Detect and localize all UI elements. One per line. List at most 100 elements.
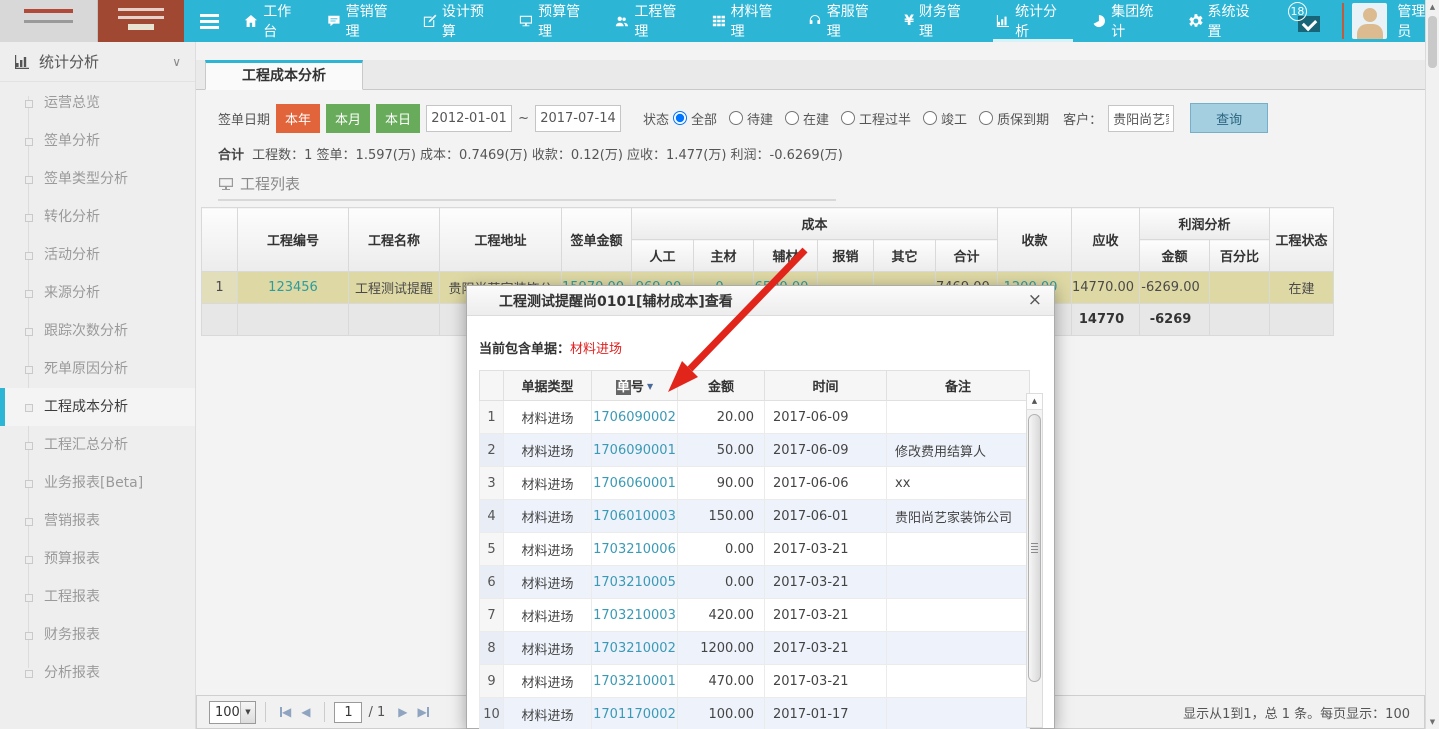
sidebar-item-source-analysis[interactable]: 来源分析 (0, 274, 195, 312)
sidebar-item-followup-count-analysis[interactable]: 跟踪次数分析 (0, 312, 195, 350)
sidebar-item-sign-analysis[interactable]: 签单分析 (0, 122, 195, 160)
menu-toggle-icon[interactable] (200, 14, 220, 29)
date-to-input[interactable] (535, 105, 621, 132)
scroll-down-icon[interactable]: ▼ (1426, 715, 1439, 729)
search-button[interactable]: 查询 (1190, 103, 1268, 133)
doc-code-link[interactable]: 1703210006 (593, 542, 676, 557)
next-page-button[interactable]: ▶ (393, 705, 412, 719)
col-header-receivable: 应收 (1072, 208, 1140, 272)
sidebar-item-business-report-beta[interactable]: 业务报表[Beta] (0, 464, 195, 502)
col-header-index (202, 208, 238, 272)
sidebar-item-finance-report[interactable]: 财务报表 (0, 616, 195, 654)
this-year-button[interactable]: 本年 (276, 104, 320, 133)
status-radio-warranty-due[interactable]: 质保到期 (979, 109, 1049, 128)
col-header-aux-material: 辅材 (754, 240, 818, 272)
last-page-button[interactable]: ▶ (413, 705, 434, 719)
this-month-button[interactable]: 本月 (326, 104, 370, 133)
bar-chart-icon (14, 54, 30, 70)
doc-row: 1 材料进场 1706090002 20.00 2017-06-09 (480, 401, 1030, 434)
nav-group-stats[interactable]: 集团统计 (1081, 0, 1177, 42)
doc-code-link[interactable]: 1706010003 (593, 509, 676, 524)
scroll-up-icon[interactable]: ▲ (1027, 394, 1042, 410)
top-navbar: 工作台 营销管理 设计预算 预算管理 工程管理 材料管理 客服管理 ¥ 财务管理… (0, 0, 1439, 42)
status-radio-pending[interactable]: 待建 (729, 109, 773, 128)
col-group-cost: 成本 (632, 208, 998, 240)
customer-input[interactable] (1108, 105, 1174, 132)
sidebar-item-analysis-report[interactable]: 分析报表 (0, 654, 195, 692)
sidebar-item-activity-analysis[interactable]: 活动分析 (0, 236, 195, 274)
tab-bar: 工程成本分析 (196, 60, 1425, 90)
sidebar-item-budget-report[interactable]: 预算报表 (0, 540, 195, 578)
profit-percent-cell (1210, 272, 1270, 304)
chevron-down-icon: ∨ (172, 55, 181, 69)
doc-code-link[interactable]: 1703210002 (593, 641, 676, 656)
edit-icon (423, 14, 437, 28)
sidebar-item-operations-overview[interactable]: 运营总览 (0, 84, 195, 122)
sidebar-item-sign-type-analysis[interactable]: 签单类型分析 (0, 160, 195, 198)
col-header-receipts: 收款 (998, 208, 1072, 272)
doc-col-remark: 备注 (887, 371, 1030, 401)
status-radio-all[interactable]: 全部 (673, 109, 717, 128)
sidebar-item-project-summary-analysis[interactable]: 工程汇总分析 (0, 426, 195, 464)
sidebar-item-conversion-analysis[interactable]: 转化分析 (0, 198, 195, 236)
tab-project-cost-analysis[interactable]: 工程成本分析 (205, 60, 363, 90)
col-header-project-address: 工程地址 (440, 208, 562, 272)
nav-material-mgmt[interactable]: 材料管理 (701, 0, 797, 42)
nav-service-mgmt[interactable]: 客服管理 (797, 0, 893, 42)
nav-system-settings[interactable]: 系统设置 (1178, 0, 1274, 42)
project-code-link[interactable]: 123456 (268, 280, 318, 295)
project-list-section-header: 工程列表 (218, 173, 836, 201)
first-page-button[interactable]: ◀ (275, 705, 296, 719)
project-name-cell: 工程测试提醒 (349, 272, 440, 304)
doc-row: 5 材料进场 1703210006 0.00 2017-03-21 (480, 533, 1030, 566)
status-radio-completed[interactable]: 竣工 (923, 109, 967, 128)
prev-page-button[interactable]: ◀ (296, 705, 315, 719)
page-number-input[interactable] (334, 702, 362, 723)
doc-col-type: 单据类型 (504, 371, 592, 401)
nav-marketing[interactable]: 营销管理 (316, 0, 412, 42)
nav-design-budget[interactable]: 设计预算 (412, 0, 508, 42)
close-icon[interactable]: × (1028, 292, 1042, 309)
doc-col-index (480, 371, 504, 401)
page-size-select[interactable]: 100 ▼ (209, 701, 256, 724)
doc-code-link[interactable]: 1703210003 (593, 608, 676, 623)
doc-code-link[interactable]: 1703210001 (593, 674, 676, 689)
nav-finance-mgmt[interactable]: ¥ 财务管理 (893, 0, 985, 42)
nav-workbench[interactable]: 工作台 (233, 0, 315, 42)
status-radio-halfway[interactable]: 工程过半 (841, 109, 911, 128)
scrollbar-thumb[interactable] (1028, 414, 1041, 682)
doc-code-link[interactable]: 1703210005 (593, 575, 676, 590)
doc-code-link[interactable]: 1706090001 (593, 443, 676, 458)
doc-code-link[interactable]: 1706090002 (593, 410, 676, 425)
status-radio-inprogress[interactable]: 在建 (785, 109, 829, 128)
dropdown-arrow-icon[interactable]: ▼ (240, 702, 255, 723)
sidebar-item-dead-order-analysis[interactable]: 死单原因分析 (0, 350, 195, 388)
scroll-up-icon[interactable]: ▲ (1426, 0, 1439, 14)
this-day-button[interactable]: 本日 (376, 104, 420, 133)
notifications-button[interactable]: 18 (1288, 4, 1328, 38)
dialog-title: 工程测试提醒尚0101[辅材成本]查看 (499, 291, 733, 311)
sidebar-header-statistics[interactable]: 统计分析 ∨ (0, 42, 195, 82)
dialog-scrollbar[interactable]: ▲ (1026, 393, 1043, 728)
sidebar-item-marketing-report[interactable]: 营销报表 (0, 502, 195, 540)
nav-statistics[interactable]: 统计分析 (985, 0, 1081, 42)
scrollbar-thumb[interactable] (1428, 16, 1437, 68)
nav-budget-mgmt[interactable]: 预算管理 (508, 0, 604, 42)
col-header-labor: 人工 (632, 240, 694, 272)
status-label: 状态 (643, 109, 669, 128)
user-divider (1342, 3, 1344, 39)
sidebar-item-project-report[interactable]: 工程报表 (0, 578, 195, 616)
dialog-title-bar: 工程测试提醒尚0101[辅材成本]查看 × (467, 286, 1054, 316)
filter-bar: 签单日期 本年 本月 本日 ~ 状态 全部 待建 在建 工程过半 竣工 质保到期… (196, 90, 1425, 142)
pagination-info: 显示从1到1，总 1 条。每页显示：100 (1183, 703, 1414, 722)
headset-icon (808, 14, 822, 28)
doc-code-link[interactable]: 1706060001 (593, 476, 676, 491)
nav-project-mgmt[interactable]: 工程管理 (604, 0, 700, 42)
avatar[interactable] (1352, 3, 1388, 39)
browser-scrollbar[interactable]: ▲ ▼ (1425, 0, 1439, 729)
doc-col-code-sortable[interactable]: 单号▼ (592, 371, 678, 401)
doc-code-link[interactable]: 1701170002 (593, 707, 676, 722)
sidebar-item-project-cost-analysis[interactable]: 工程成本分析 (0, 388, 195, 426)
included-documents-note: 当前包含单据：材料进场 (479, 338, 1054, 357)
date-from-input[interactable] (426, 105, 512, 132)
